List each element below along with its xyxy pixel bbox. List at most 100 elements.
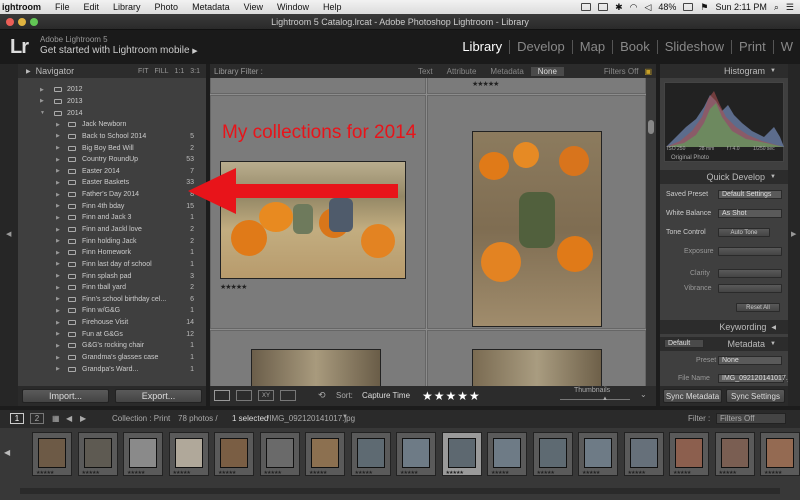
collection-item[interactable]: ▶ Finn splash pad 3 bbox=[18, 270, 206, 282]
collection-set-2014[interactable]: ▼ 2014 bbox=[18, 107, 206, 119]
auto-tone-button[interactable]: Auto Tone bbox=[718, 228, 770, 237]
filmstrip-scrollbar[interactable] bbox=[20, 488, 780, 494]
filters-off[interactable]: Filters Off bbox=[604, 67, 639, 76]
menu-metadata[interactable]: Metadata bbox=[185, 2, 237, 12]
collection-item[interactable]: ▶ Easter Baskets 33 bbox=[18, 177, 206, 189]
filter-attribute[interactable]: Attribute bbox=[440, 67, 484, 76]
collection-item[interactable]: ▶ Finn last day of school 1 bbox=[18, 259, 206, 271]
saved-preset-select[interactable]: Default Settings bbox=[718, 190, 782, 199]
quick-develop-header[interactable]: Quick Develop ▼ bbox=[660, 170, 788, 184]
slider-handle-icon[interactable]: ▲ bbox=[602, 396, 608, 402]
grid-cell[interactable]: ★★★★★ bbox=[427, 78, 646, 94]
menu-window[interactable]: Window bbox=[270, 2, 316, 12]
triangle-right-icon[interactable]: ▶ bbox=[56, 250, 60, 256]
import-button[interactable]: Import... bbox=[22, 389, 109, 403]
module-develop[interactable]: Develop bbox=[510, 40, 573, 54]
filmstrip-source[interactable]: Collection : Print bbox=[112, 414, 170, 423]
collection-item[interactable]: ▶ Big Boy Bed Will 2 bbox=[18, 142, 206, 154]
triangle-right-icon[interactable]: ▶ bbox=[56, 366, 60, 372]
toolbar-rating[interactable]: ★★★★★ bbox=[422, 389, 481, 403]
collection-item[interactable]: ▶ Finn w/G&G 1 bbox=[18, 305, 206, 317]
triangle-right-icon[interactable]: ▶ bbox=[56, 308, 60, 314]
collection-item[interactable]: ▶ Finn and Jack 31 bbox=[18, 212, 206, 224]
wifi-icon[interactable]: ◠ bbox=[630, 2, 638, 13]
menu-app[interactable]: ightroom bbox=[0, 2, 48, 12]
close-window-icon[interactable] bbox=[6, 18, 14, 26]
collection-item[interactable]: ▶ Finn's school birthday cel... 6 bbox=[18, 294, 206, 306]
filmstrip-thumb[interactable]: ★★★★★ bbox=[669, 432, 709, 476]
triangle-down-icon[interactable]: ▼ bbox=[40, 110, 45, 116]
survey-view-icon[interactable] bbox=[280, 390, 296, 401]
histogram-header[interactable]: Histogram ▼ bbox=[660, 64, 788, 78]
zoom-3-1[interactable]: 3:1 bbox=[190, 68, 200, 75]
back-arrow-icon[interactable]: ◀ bbox=[66, 414, 72, 423]
collection-item[interactable]: ▶ Country RoundUp 53 bbox=[18, 154, 206, 166]
module-slideshow[interactable]: Slideshow bbox=[658, 40, 732, 54]
menu-help[interactable]: Help bbox=[316, 2, 349, 12]
triangle-right-icon[interactable]: ▶ bbox=[56, 273, 60, 279]
triangle-right-icon[interactable]: ▶ bbox=[56, 285, 60, 291]
module-print[interactable]: Print bbox=[732, 40, 774, 54]
metadata-preset-select[interactable]: None bbox=[718, 356, 782, 365]
flag-icon[interactable]: ⚑ bbox=[700, 2, 708, 13]
collection-item[interactable]: ▶ Fun at G&Gs 12 bbox=[18, 328, 206, 340]
thumbnail-size-slider[interactable] bbox=[560, 399, 630, 400]
photo-thumbnail[interactable] bbox=[251, 349, 381, 386]
triangle-right-icon[interactable]: ▶ bbox=[56, 203, 60, 209]
grid-cell[interactable] bbox=[210, 330, 426, 386]
export-button[interactable]: Export... bbox=[115, 389, 202, 403]
menu-file[interactable]: File bbox=[48, 2, 77, 12]
triangle-right-icon[interactable]: ▶ bbox=[56, 168, 60, 174]
module-book[interactable]: Book bbox=[613, 40, 658, 54]
triangle-right-icon[interactable]: ▶ bbox=[56, 157, 60, 163]
clock[interactable]: Sun 2:11 PM bbox=[716, 2, 767, 12]
right-panel-edge[interactable]: ▶ bbox=[788, 64, 800, 406]
filmstrip-thumb[interactable]: ★★★★★ bbox=[714, 432, 755, 476]
collection-item[interactable]: ▶ Jack Newborn bbox=[18, 119, 206, 131]
triangle-right-icon[interactable]: ▶ bbox=[56, 180, 60, 186]
collection-item[interactable]: ▶ Finn tball yard 2 bbox=[18, 282, 206, 294]
collection-item[interactable]: ▶ Back to School 2014 5 bbox=[18, 131, 206, 143]
collection-item[interactable]: ▶ Finn 4th bday 15 bbox=[18, 200, 206, 212]
grid-cell[interactable] bbox=[210, 78, 426, 94]
filter-metadata[interactable]: Metadata bbox=[483, 67, 530, 76]
menu-list-icon[interactable]: ☰ bbox=[786, 2, 794, 13]
minimize-window-icon[interactable] bbox=[18, 18, 26, 26]
sync-metadata-button[interactable]: Sync Metadata bbox=[663, 389, 722, 403]
collection-item[interactable]: ▶ Finn and Jackl love 2 bbox=[18, 224, 206, 236]
collapse-right-icon[interactable]: ▶ bbox=[791, 230, 796, 238]
triangle-right-icon[interactable]: ▶ bbox=[56, 343, 60, 349]
grid-view-icon[interactable] bbox=[214, 390, 230, 401]
rating-stars[interactable]: ★★★★★ bbox=[220, 283, 247, 291]
triangle-right-icon[interactable]: ▶ bbox=[56, 133, 60, 139]
collection-item[interactable]: ▶ Grandma's glasses case 1 bbox=[18, 352, 206, 364]
sync-settings-button[interactable]: Sync Settings bbox=[726, 389, 785, 403]
battery-icon[interactable] bbox=[683, 3, 694, 11]
status-icon[interactable] bbox=[581, 3, 592, 11]
bluetooth-icon[interactable]: ✱ bbox=[615, 2, 623, 13]
triangle-right-icon[interactable]: ▶ bbox=[56, 355, 60, 361]
collection-item[interactable]: ▶ Finn Homework 1 bbox=[18, 247, 206, 259]
navigator-header[interactable]: ▶ Navigator FIT FILL 1:1 3:1 bbox=[18, 64, 206, 78]
triangle-right-icon[interactable]: ▶ bbox=[40, 87, 44, 93]
chevron-down-icon[interactable]: ▼ bbox=[342, 414, 348, 420]
filmstrip-thumb[interactable]: ★★★★★ bbox=[123, 432, 163, 476]
collection-item[interactable]: ▶ Father's Day 2014 8 bbox=[18, 189, 206, 201]
loupe-view-icon[interactable] bbox=[236, 390, 252, 401]
triangle-right-icon[interactable]: ▶ bbox=[56, 192, 60, 198]
volume-icon[interactable]: ◁ bbox=[644, 2, 651, 13]
filmstrip-thumb[interactable]: ★★★★★ bbox=[578, 432, 618, 476]
grid-cell[interactable] bbox=[427, 330, 646, 386]
collection-item[interactable]: ▶ G&G's rocking chair 1 bbox=[18, 340, 206, 352]
menu-photo[interactable]: Photo bbox=[148, 2, 186, 12]
filmstrip-thumb[interactable]: ★★★★★ bbox=[214, 432, 254, 476]
triangle-right-icon[interactable]: ▶ bbox=[56, 122, 60, 128]
airplay-icon[interactable] bbox=[598, 3, 609, 11]
collection-set-2013[interactable]: ▶ 2013 bbox=[18, 96, 206, 108]
painter-icon[interactable]: ⟲ bbox=[318, 390, 326, 401]
compare-view-icon[interactable]: XY bbox=[258, 390, 274, 401]
file-name-field[interactable]: IMG_092120141017.j bbox=[718, 374, 789, 383]
filmstrip-thumb[interactable]: ★★★★★ bbox=[259, 432, 300, 476]
window-2-button[interactable]: 2 bbox=[30, 413, 44, 424]
window-1-button[interactable]: 1 bbox=[10, 413, 24, 424]
